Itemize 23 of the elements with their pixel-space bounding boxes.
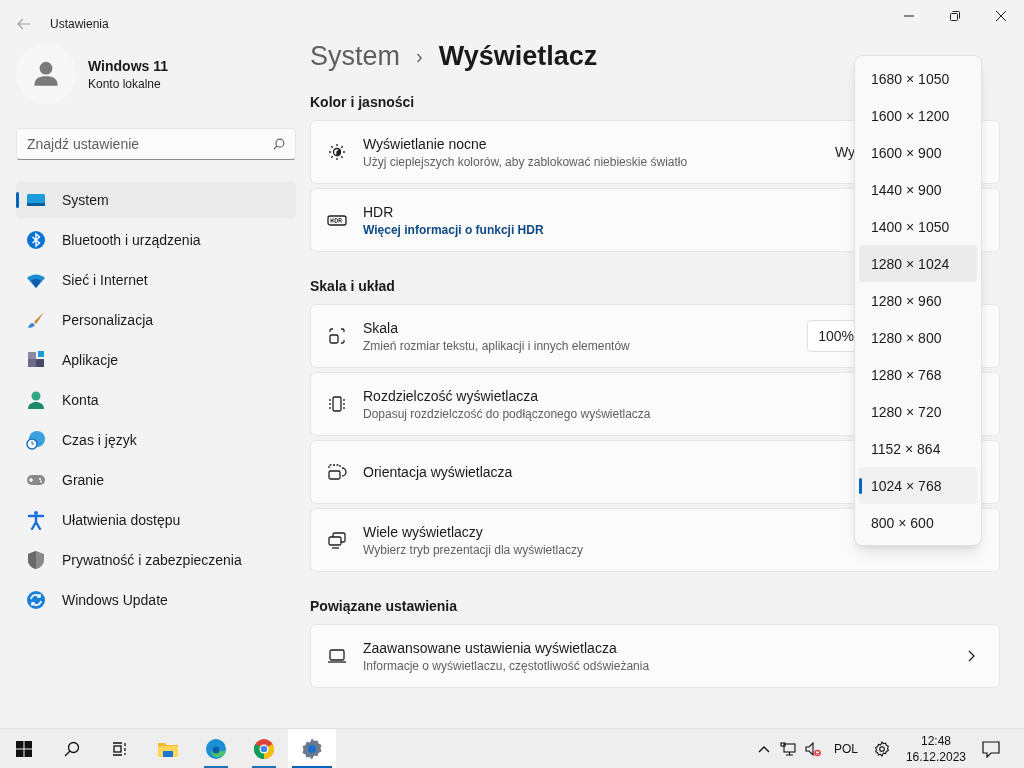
window-title: Ustawienia (50, 16, 109, 32)
page-title: Wyświetlacz (438, 39, 598, 73)
breadcrumb-separator: › (416, 44, 423, 69)
setting-title: Rozdzielczość wyświetlacza (363, 387, 539, 406)
setting-description: Zmień rozmiar tekstu, aplikacji i innych elementów (363, 338, 630, 354)
setting-title: Orientacja wyświetlacza (363, 463, 513, 482)
profile-name: Windows 11 (88, 57, 168, 76)
setting-description: Informacje o wyświetlaczu, częstotliwość odświeżania (363, 658, 650, 674)
setting-value: Wy (834, 143, 855, 162)
setting-description: Użyj cieplejszych kolorów, aby zablokować niebieskie światło (363, 154, 688, 170)
setting-description: Wybierz tryb prezentacji dla wyświetlaczy (363, 542, 583, 558)
clock-time: 12:48 (920, 732, 951, 749)
setting-title: Zaawansowane ustawienia wyświetlacza (363, 639, 617, 658)
setting-description: Dopasuj rozdzielczość do podłączonego wyświetlacza (363, 406, 651, 422)
section-heading: Skala i układ (310, 277, 396, 296)
setting-title: Wiele wyświetlaczy (363, 523, 483, 542)
setting-title: Wyświetlanie nocne (363, 135, 487, 154)
account-type: Konto lokalne (88, 76, 162, 92)
setting-title: HDR (363, 203, 394, 222)
setting-title: Skala (363, 319, 399, 338)
section-heading: Kolor i jasności (310, 93, 416, 112)
clock-date: 16.12.2023 (905, 748, 966, 765)
section-heading: Powiązane ustawienia (310, 597, 459, 616)
